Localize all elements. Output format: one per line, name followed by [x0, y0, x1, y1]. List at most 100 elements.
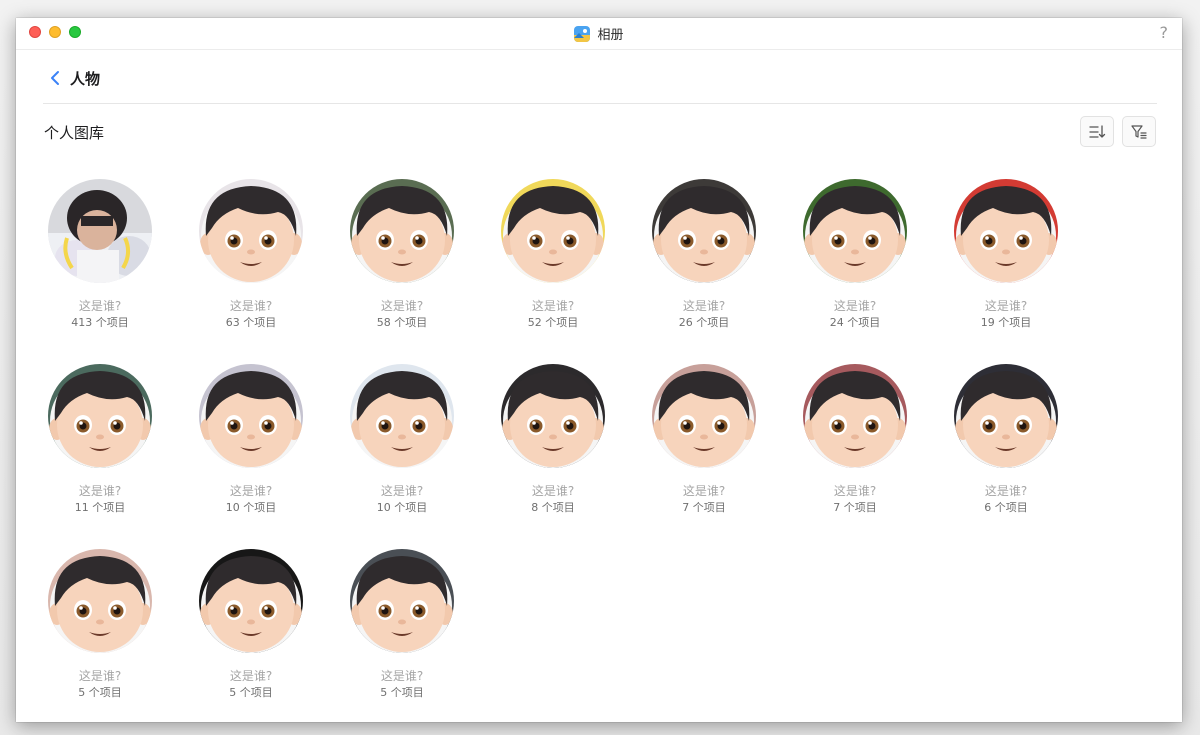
- person-emoji-icon: [954, 364, 1058, 468]
- person-avatar[interactable]: [198, 363, 304, 469]
- person-avatar[interactable]: [651, 363, 757, 469]
- person-card[interactable]: 这是谁? 58 个项目: [348, 178, 456, 330]
- person-emoji-icon: [350, 179, 454, 283]
- person-emoji-icon: [350, 549, 454, 653]
- person-card[interactable]: 这是谁? 5 个项目: [197, 548, 305, 700]
- person-name-prompt[interactable]: 这是谁?: [197, 298, 305, 314]
- person-item-count: 24 个项目: [829, 316, 881, 329]
- person-item-count: 58 个项目: [376, 316, 428, 329]
- person-card[interactable]: 这是谁? 10 个项目: [348, 363, 456, 515]
- section-title: 个人图库: [44, 124, 105, 142]
- sort-icon: [1089, 124, 1106, 138]
- person-item-count: 7 个项目: [833, 501, 877, 514]
- window-title: 相册: [597, 28, 624, 43]
- sort-button[interactable]: [1080, 116, 1114, 147]
- person-emoji-icon: [803, 364, 907, 468]
- person-emoji-icon: [199, 364, 303, 468]
- person-avatar[interactable]: [802, 363, 908, 469]
- person-item-count: 52 个项目: [527, 316, 579, 329]
- person-name-prompt[interactable]: 这是谁?: [197, 668, 305, 684]
- person-card[interactable]: 这是谁? 8 个项目: [499, 363, 607, 515]
- person-card[interactable]: 这是谁? 24 个项目: [801, 178, 909, 330]
- person-card[interactable]: 这是谁? 11 个项目: [46, 363, 154, 515]
- person-card[interactable]: 这是谁? 7 个项目: [801, 363, 909, 515]
- person-item-count: 6 个项目: [984, 501, 1028, 514]
- person-emoji-icon: [652, 364, 756, 468]
- person-emoji-icon: [350, 364, 454, 468]
- person-item-count: 63 个项目: [225, 316, 277, 329]
- photos-app-icon: [574, 25, 591, 42]
- person-card[interactable]: 这是谁? 7 个项目: [650, 363, 758, 515]
- photo-thumbnail-icon: [48, 179, 152, 283]
- person-name-prompt[interactable]: 这是谁?: [801, 483, 909, 499]
- person-avatar[interactable]: [500, 178, 606, 284]
- person-avatar[interactable]: [349, 548, 455, 654]
- person-avatar[interactable]: [953, 178, 1059, 284]
- person-item-count: 5 个项目: [380, 686, 424, 699]
- person-avatar[interactable]: [47, 178, 153, 284]
- person-avatar[interactable]: [47, 363, 153, 469]
- app-window: 相册 ? 人物 个人图库 这是谁? 413 个项目 这是谁? 63 个项目 这是…: [16, 18, 1182, 722]
- person-item-count: 8 个项目: [531, 501, 575, 514]
- person-avatar[interactable]: [953, 363, 1059, 469]
- person-emoji-icon: [652, 179, 756, 283]
- help-button[interactable]: ?: [1160, 23, 1169, 42]
- navigation-bar: 人物: [16, 50, 1182, 104]
- person-card[interactable]: 这是谁? 63 个项目: [197, 178, 305, 330]
- person-card[interactable]: 这是谁? 6 个项目: [952, 363, 1060, 515]
- person-name-prompt[interactable]: 这是谁?: [499, 298, 607, 314]
- filter-icon: [1131, 124, 1147, 139]
- person-avatar[interactable]: [198, 178, 304, 284]
- person-name-prompt[interactable]: 这是谁?: [499, 483, 607, 499]
- person-card[interactable]: 这是谁? 5 个项目: [46, 548, 154, 700]
- section-header: 个人图库: [16, 104, 1182, 160]
- person-avatar[interactable]: [47, 548, 153, 654]
- person-avatar[interactable]: [198, 548, 304, 654]
- person-item-count: 5 个项目: [78, 686, 122, 699]
- person-item-count: 7 个项目: [682, 501, 726, 514]
- person-card[interactable]: 这是谁? 10 个项目: [197, 363, 305, 515]
- person-name-prompt[interactable]: 这是谁?: [650, 298, 758, 314]
- person-name-prompt[interactable]: 这是谁?: [348, 298, 456, 314]
- person-emoji-icon: [501, 364, 605, 468]
- filter-button[interactable]: [1122, 116, 1156, 147]
- person-name-prompt[interactable]: 这是谁?: [46, 668, 154, 684]
- person-item-count: 11 个项目: [74, 501, 126, 514]
- person-item-count: 26 个项目: [678, 316, 730, 329]
- person-name-prompt[interactable]: 这是谁?: [46, 298, 154, 314]
- person-avatar[interactable]: [802, 178, 908, 284]
- person-name-prompt[interactable]: 这是谁?: [801, 298, 909, 314]
- person-item-count: 5 个项目: [229, 686, 273, 699]
- person-avatar[interactable]: [349, 178, 455, 284]
- person-item-count: 10 个项目: [225, 501, 277, 514]
- back-button[interactable]: [48, 69, 62, 87]
- person-card[interactable]: 这是谁? 413 个项目: [46, 178, 154, 330]
- person-name-prompt[interactable]: 这是谁?: [197, 483, 305, 499]
- person-name-prompt[interactable]: 这是谁?: [46, 483, 154, 499]
- person-card[interactable]: 这是谁? 5 个项目: [348, 548, 456, 700]
- person-item-count: 10 个项目: [376, 501, 428, 514]
- title-bar: 相册 ?: [16, 18, 1182, 50]
- person-item-count: 19 个项目: [980, 316, 1032, 329]
- person-name-prompt[interactable]: 这是谁?: [348, 668, 456, 684]
- person-avatar[interactable]: [500, 363, 606, 469]
- person-name-prompt[interactable]: 这是谁?: [952, 483, 1060, 499]
- person-name-prompt[interactable]: 这是谁?: [348, 483, 456, 499]
- person-card[interactable]: 这是谁? 19 个项目: [952, 178, 1060, 330]
- person-item-count: 413 个项目: [71, 316, 129, 329]
- person-emoji-icon: [954, 179, 1058, 283]
- person-name-prompt[interactable]: 这是谁?: [650, 483, 758, 499]
- person-avatar[interactable]: [349, 363, 455, 469]
- person-emoji-icon: [48, 364, 152, 468]
- page-title: 人物: [70, 70, 101, 88]
- person-name-prompt[interactable]: 这是谁?: [952, 298, 1060, 314]
- person-emoji-icon: [199, 549, 303, 653]
- chevron-left-icon: [51, 71, 59, 85]
- person-avatar[interactable]: [651, 178, 757, 284]
- person-emoji-icon: [501, 179, 605, 283]
- person-card[interactable]: 这是谁? 26 个项目: [650, 178, 758, 330]
- person-emoji-icon: [199, 179, 303, 283]
- person-card[interactable]: 这是谁? 52 个项目: [499, 178, 607, 330]
- person-emoji-icon: [803, 179, 907, 283]
- window-title-group: 相册: [16, 24, 1182, 43]
